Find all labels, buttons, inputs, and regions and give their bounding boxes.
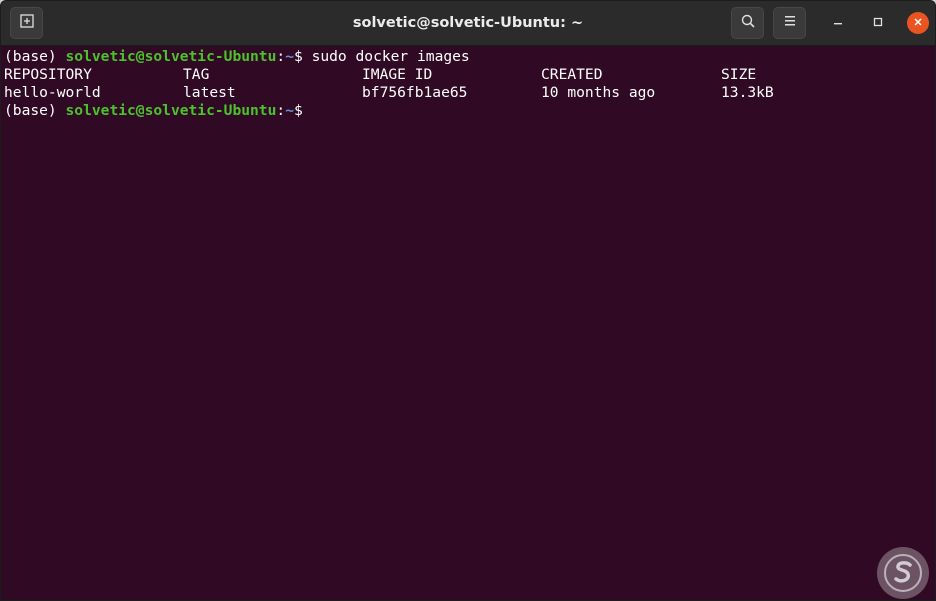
cell-size: 13.3kB xyxy=(721,84,774,101)
menu-button[interactable] xyxy=(773,7,806,39)
search-icon xyxy=(740,13,756,34)
prompt-directory: ~ xyxy=(285,48,294,65)
search-button[interactable] xyxy=(731,7,764,39)
conda-env: (base) xyxy=(4,102,66,119)
cell-repository: hello-world xyxy=(4,84,101,101)
minimize-icon xyxy=(833,14,843,32)
new-tab-button[interactable] xyxy=(10,7,43,39)
title-bar: solvetic@solvetic-Ubuntu: ~ xyxy=(1,1,935,46)
header-image-id: IMAGE ID xyxy=(362,66,433,83)
prompt-symbol: $ xyxy=(293,48,312,65)
close-button[interactable] xyxy=(907,12,929,34)
text-cursor xyxy=(312,102,321,119)
header-size: SIZE xyxy=(721,66,757,83)
table-header: REPOSITORY TAG IMAGE ID CREATED SIZE xyxy=(4,66,935,84)
conda-env: (base) xyxy=(4,48,66,65)
minimize-button[interactable] xyxy=(827,12,849,34)
maximize-button[interactable] xyxy=(867,12,889,34)
new-tab-icon xyxy=(19,13,35,34)
prompt-line: (base) solvetic@solvetic-Ubuntu:~$ sudo … xyxy=(4,48,935,66)
logo-watermark-icon xyxy=(877,547,929,599)
prompt-user-host: solvetic@solvetic-Ubuntu xyxy=(65,48,277,65)
header-tag: TAG xyxy=(183,66,210,83)
cell-tag: latest xyxy=(183,84,236,101)
maximize-icon xyxy=(873,14,883,32)
command-text: sudo docker images xyxy=(311,48,470,65)
prompt-separator: : xyxy=(276,48,286,65)
prompt-separator: : xyxy=(276,102,286,119)
terminal-output[interactable]: (base) solvetic@solvetic-Ubuntu:~$ sudo … xyxy=(1,46,935,600)
table-row: hello-world latest bf756fb1ae65 10 months a… xyxy=(4,84,935,102)
hamburger-menu-icon xyxy=(783,14,797,32)
prompt-directory: ~ xyxy=(285,102,294,119)
prompt-symbol: $ xyxy=(293,102,312,119)
header-created: CREATED xyxy=(541,66,603,83)
cell-image-id: bf756fb1ae65 xyxy=(362,84,468,101)
prompt-user-host: solvetic@solvetic-Ubuntu xyxy=(65,102,277,119)
header-repository: REPOSITORY xyxy=(4,66,92,83)
terminal-window: solvetic@solvetic-Ubuntu: ~ (base) solve… xyxy=(0,0,936,601)
cell-created: 10 months ago xyxy=(541,84,656,101)
close-icon xyxy=(913,14,923,32)
prompt-line: (base) solvetic@solvetic-Ubuntu:~$ xyxy=(4,102,935,120)
